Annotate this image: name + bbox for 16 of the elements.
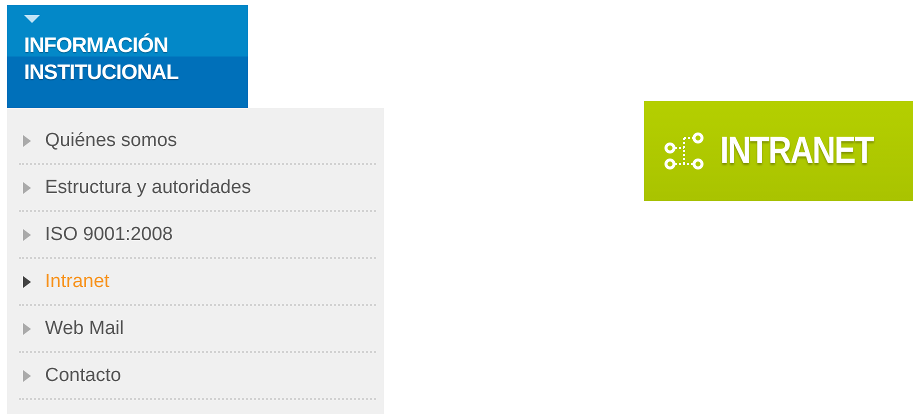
menu-item[interactable]: Web Mail [19,306,376,353]
section-header[interactable]: INFORMACIÓN INSTITUCIONAL [7,5,248,108]
network-icon [664,132,706,170]
triangle-icon [23,134,31,146]
section-title: INSTITUCIONAL [24,60,180,86]
menu-item[interactable]: Estructura y autoridades [19,165,376,212]
menu-item[interactable]: Quiénes somos [19,118,376,165]
menu-item[interactable]: ISO 9001:2008 [19,212,376,259]
triangle-icon [23,182,31,194]
triangle-icon [23,228,31,240]
banner-label: INTRANET [720,130,874,172]
triangle-icon [23,322,31,334]
menu-item[interactable]: Contacto [19,353,376,400]
triangle-icon [23,370,31,382]
section-title: INFORMACIÓN [24,32,169,59]
triangle-icon [23,276,31,288]
